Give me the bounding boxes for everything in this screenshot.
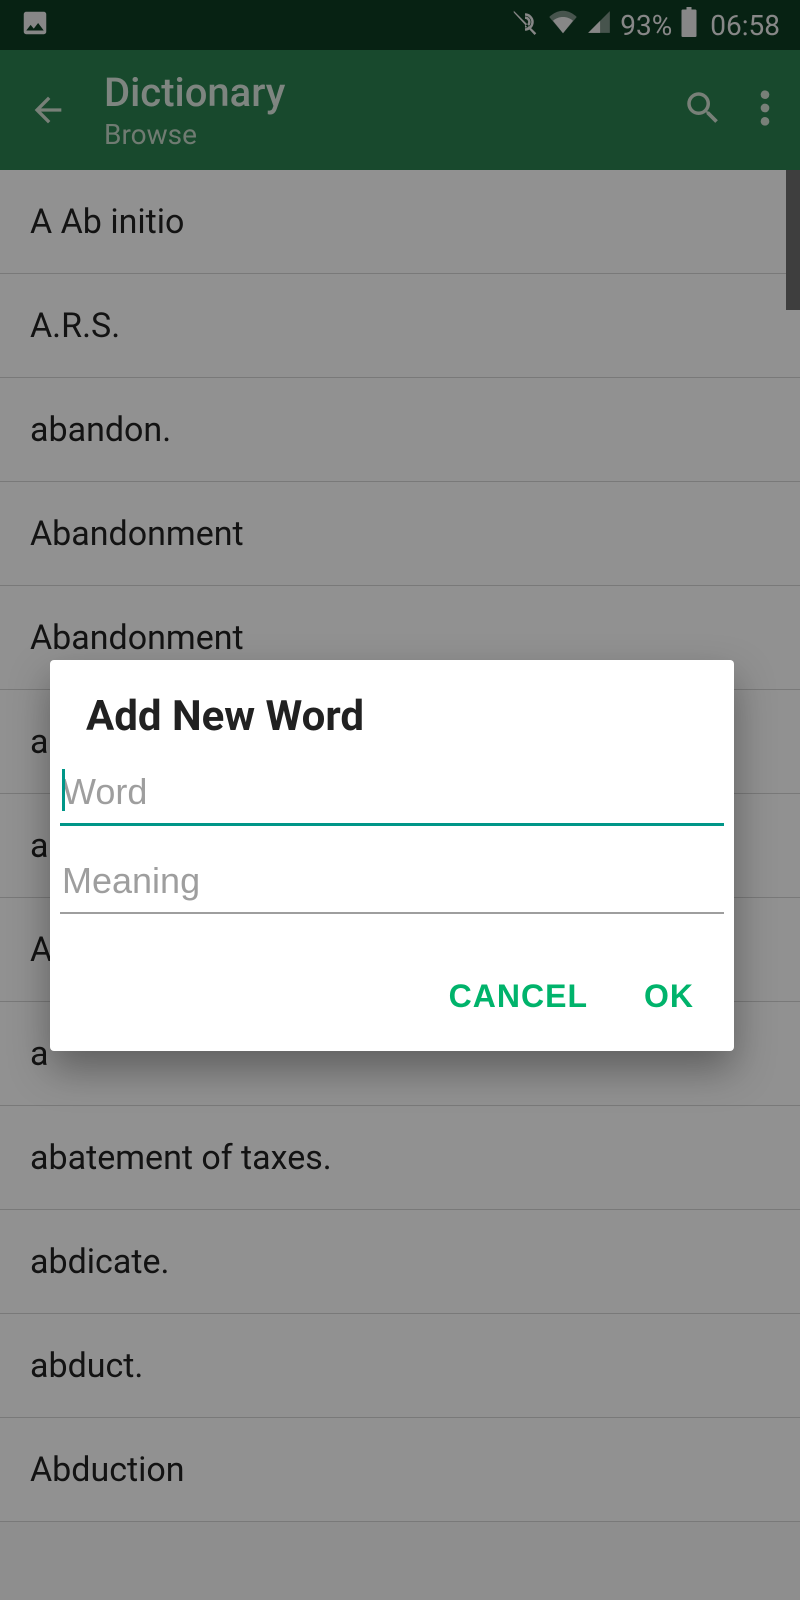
cancel-button[interactable]: CANCEL	[449, 978, 588, 1015]
word-field-wrap	[60, 765, 724, 826]
ok-button[interactable]: OK	[644, 978, 694, 1015]
meaning-input[interactable]	[60, 854, 724, 914]
word-input[interactable]	[60, 765, 724, 826]
add-word-dialog: Add New Word CANCEL OK	[50, 660, 734, 1051]
dialog-title: Add New Word	[50, 660, 734, 765]
text-caret	[62, 769, 65, 811]
meaning-field-wrap	[60, 854, 724, 914]
